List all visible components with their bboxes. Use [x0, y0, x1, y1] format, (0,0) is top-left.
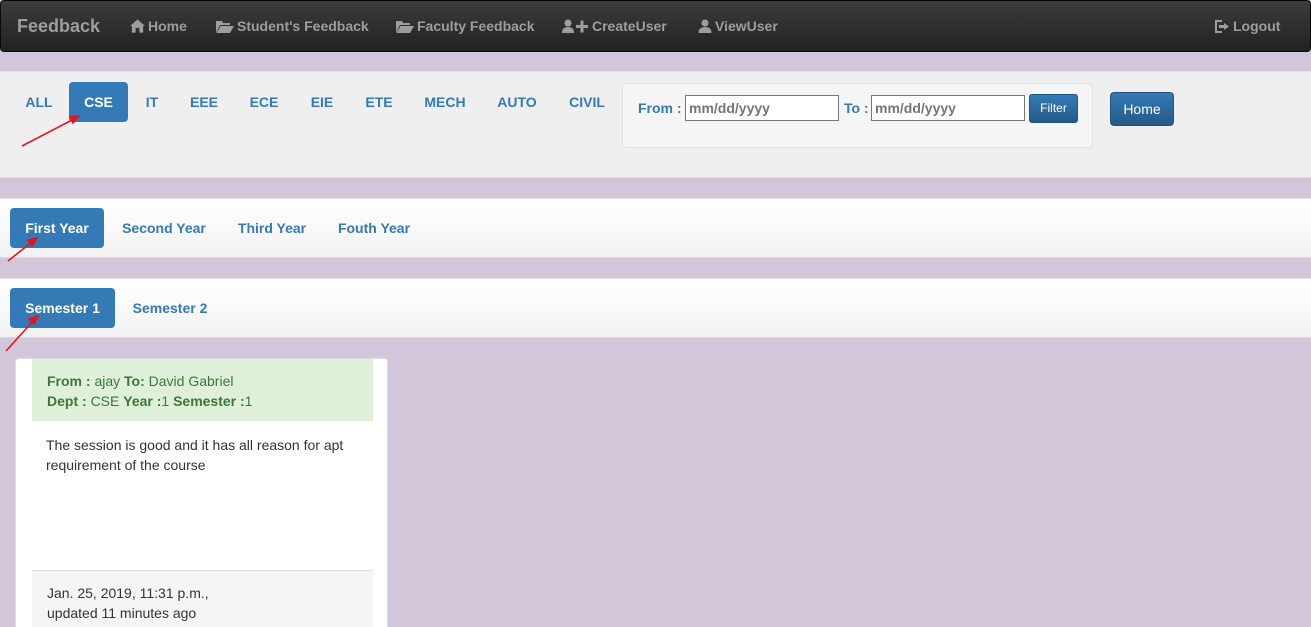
nav-view-user-label: ViewUser	[715, 18, 778, 34]
year-tab-first[interactable]: First Year	[10, 208, 104, 248]
feedback-card: From : ajay To: David Gabriel Dept : CSE…	[15, 358, 388, 627]
nav-students-feedback-label: Student's Feedback	[237, 18, 369, 34]
dept-tab-ete[interactable]: ETE	[360, 82, 398, 122]
from-date-input[interactable]	[685, 95, 839, 121]
from-label: From :	[638, 100, 682, 116]
dept-tab-civil[interactable]: CIVIL	[563, 82, 611, 122]
folder-open-icon	[216, 20, 234, 33]
user-plus-icon	[562, 19, 588, 33]
nav-view-user[interactable]: ViewUser	[698, 18, 778, 34]
nav-home-label: Home	[148, 18, 187, 34]
dept-tab-eee[interactable]: EEE	[184, 82, 224, 122]
home-icon	[130, 19, 145, 33]
feedback-timestamp: Jan. 25, 2019, 11:31 p.m.,	[47, 585, 209, 601]
nav-create-user[interactable]: CreateUser	[562, 18, 667, 34]
to-key: To:	[124, 373, 145, 389]
dept-tab-cse[interactable]: CSE	[69, 82, 128, 122]
nav-faculty-feedback-label: Faculty Feedback	[417, 18, 535, 34]
brand[interactable]: Feedback	[17, 16, 100, 37]
from-value: ajay	[94, 373, 121, 389]
logout-label: Logout	[1233, 18, 1281, 34]
date-filter-panel: From : To : Filter	[622, 83, 1093, 148]
dept-tab-auto[interactable]: AUTO	[492, 82, 542, 122]
dept-key: Dept :	[47, 393, 87, 409]
feedback-card-header: From : ajay To: David Gabriel Dept : CSE…	[32, 359, 373, 421]
dept-value: CSE	[90, 393, 120, 409]
year-tab-second[interactable]: Second Year	[114, 208, 214, 248]
nav-faculty-feedback[interactable]: Faculty Feedback	[396, 18, 535, 34]
user-icon	[698, 19, 712, 33]
dept-tab-mech[interactable]: MECH	[419, 82, 471, 122]
folder-open-icon	[396, 20, 414, 33]
dept-tab-eie[interactable]: EIE	[305, 82, 339, 122]
nav-students-feedback[interactable]: Student's Feedback	[216, 18, 369, 34]
nav-create-user-label: CreateUser	[592, 18, 667, 34]
year-value: 1	[161, 393, 170, 409]
year-tab-third[interactable]: Third Year	[230, 208, 314, 248]
to-label: To :	[844, 100, 869, 116]
from-key: From :	[47, 373, 91, 389]
filter-button[interactable]: Filter	[1029, 94, 1078, 123]
semester-tab-1[interactable]: Semester 1	[10, 288, 115, 328]
to-value: David Gabriel	[148, 373, 234, 389]
top-navbar: Feedback Home Student's Feedback Faculty…	[0, 0, 1311, 52]
year-tab-fourth[interactable]: Fouth Year	[330, 208, 418, 248]
year-key: Year :	[123, 393, 162, 409]
dept-tab-it[interactable]: IT	[138, 82, 166, 122]
dept-tab-ece[interactable]: ECE	[244, 82, 284, 122]
dept-tab-all[interactable]: ALL	[20, 82, 58, 122]
feedback-updated: updated 11 minutes ago	[47, 605, 197, 621]
semester-tab-2[interactable]: Semester 2	[125, 288, 215, 328]
logout-link[interactable]: Logout	[1215, 18, 1280, 34]
logout-icon	[1215, 19, 1229, 33]
feedback-card-footer: Jan. 25, 2019, 11:31 p.m., updated 11 mi…	[32, 570, 373, 627]
feedback-text: The session is good and it has all reaso…	[46, 437, 344, 473]
semester-value: 1	[244, 393, 253, 409]
home-button[interactable]: Home	[1110, 92, 1174, 126]
semester-key: Semester :	[173, 393, 245, 409]
nav-home[interactable]: Home	[130, 18, 187, 34]
to-date-input[interactable]	[871, 95, 1025, 121]
